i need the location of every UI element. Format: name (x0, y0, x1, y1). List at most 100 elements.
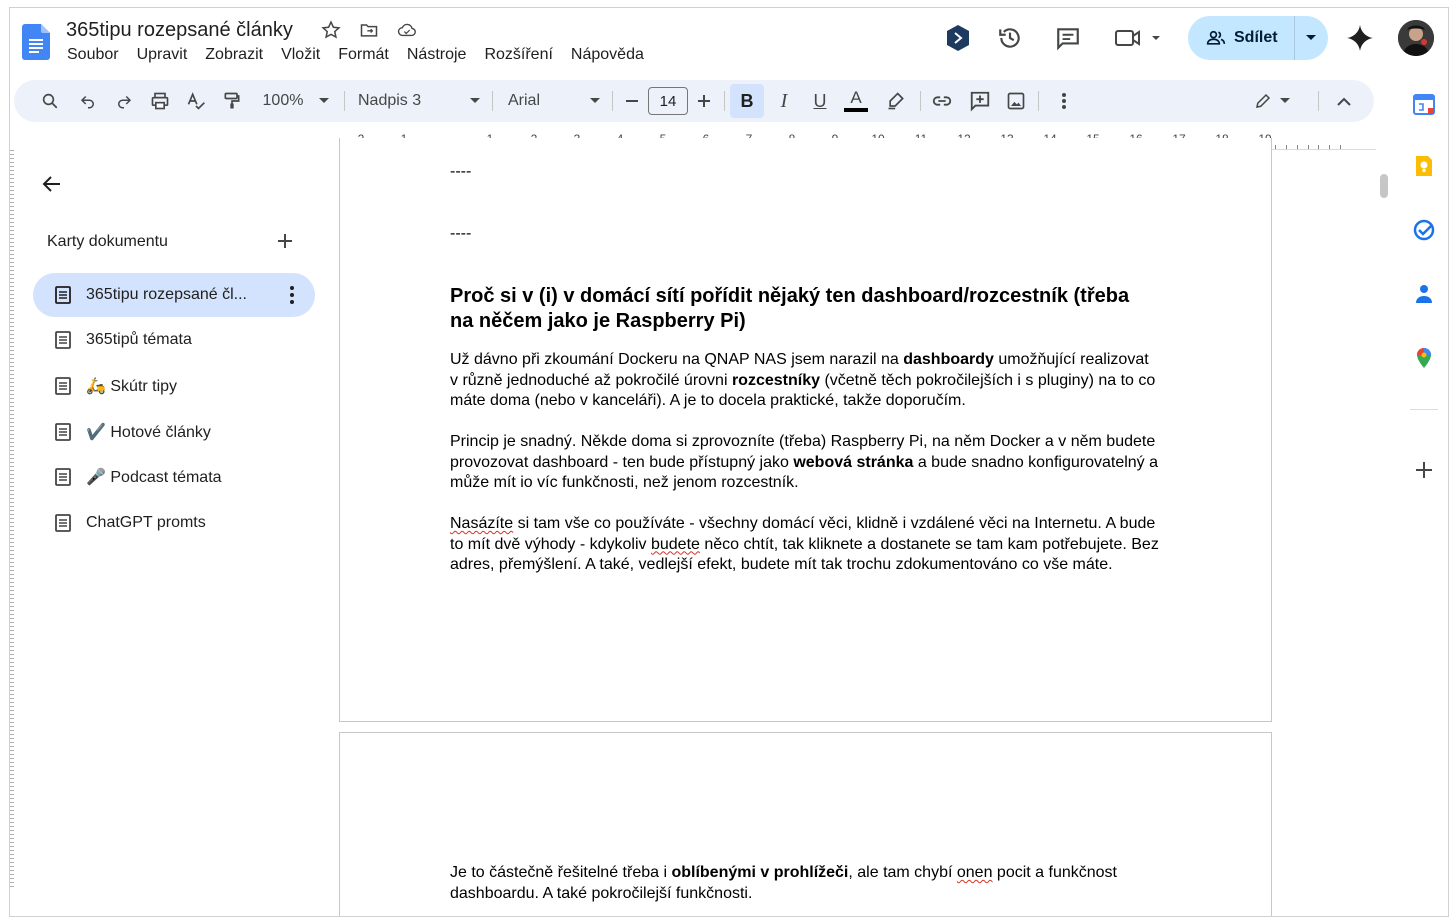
menu-tools[interactable]: Nástroje (407, 46, 467, 64)
menu-format[interactable]: Formát (338, 46, 389, 64)
menu-edit[interactable]: Upravit (137, 46, 188, 64)
spellcheck-icon[interactable] (184, 80, 208, 122)
zoom-select[interactable]: 100% (258, 80, 334, 122)
document-icon (55, 331, 71, 349)
decrease-font-size-icon[interactable] (620, 80, 644, 122)
paragraph: Nasázíte si tam vše co používáte - všech… (450, 514, 1165, 576)
tab-label: 🛵 Skútr tipy (86, 378, 178, 395)
toolbar-divider (612, 91, 613, 111)
more-vert-icon[interactable] (289, 285, 295, 305)
font-size-input[interactable]: 14 (648, 87, 688, 115)
tab-label: 365tipů témata (86, 331, 192, 348)
vertical-ruler (10, 150, 14, 890)
tab-label: ChatGPT promts (86, 514, 206, 531)
paragraph: Princip je snadný. Někde doma si zprovoz… (450, 432, 1160, 494)
side-panel-divider (1410, 409, 1438, 410)
tab-365tipu-temata[interactable]: 365tipů témata (33, 318, 315, 362)
insert-link-icon[interactable] (928, 80, 956, 122)
text-color-button[interactable]: A (842, 80, 870, 122)
document-title[interactable]: 365tipu rozepsané články (66, 19, 293, 42)
menu-insert[interactable]: Vložit (281, 46, 320, 64)
side-panel (1404, 86, 1444, 486)
add-addon-icon[interactable] (1412, 458, 1436, 482)
misspelled-word[interactable]: Nasázíte (450, 515, 513, 532)
extension-addon-icon[interactable] (944, 24, 972, 52)
google-docs-logo-icon[interactable] (22, 24, 50, 60)
toolbar-divider (492, 91, 493, 111)
paint-format-icon[interactable] (220, 80, 244, 122)
ruler-tick (1340, 145, 1341, 149)
zoom-value: 100% (262, 92, 304, 109)
scrollbar-thumb[interactable] (1380, 174, 1388, 198)
text-color-swatch (844, 108, 868, 112)
contacts-icon[interactable] (1412, 282, 1436, 306)
toolbar-divider (724, 91, 725, 111)
increase-font-size-icon[interactable] (692, 80, 716, 122)
highlight-color-icon[interactable] (882, 80, 910, 122)
toolbar-divider (1038, 91, 1039, 111)
add-comment-icon[interactable] (966, 80, 994, 122)
share-label: Sdílet (1234, 29, 1278, 46)
share-main[interactable]: Sdílet (1188, 16, 1294, 60)
meet-video-icon[interactable] (1114, 24, 1164, 52)
hide-menus-chevron-up-icon[interactable] (1332, 80, 1356, 122)
maps-icon[interactable] (1412, 346, 1436, 370)
tab-chatgpt-promts[interactable]: ChatGPT promts (33, 501, 315, 545)
document-page[interactable]: ---- ---- Proč si v (i) v domácí sítí po… (339, 138, 1272, 722)
undo-icon[interactable] (76, 80, 100, 122)
bold-text: webová stránka (793, 453, 914, 471)
version-history-icon[interactable] (996, 24, 1024, 52)
ruler-tick (1297, 145, 1298, 149)
tasks-icon[interactable] (1412, 218, 1436, 242)
redo-icon[interactable] (112, 80, 136, 122)
tab-skutr-tipy[interactable]: 🛵 Skútr tipy (33, 364, 315, 408)
more-options-icon[interactable] (1054, 80, 1074, 122)
bold-text: oblíbenými v prohlížeči (671, 864, 849, 881)
ruler-tick (1308, 145, 1309, 149)
document-icon (55, 514, 71, 532)
account-avatar[interactable] (1398, 20, 1434, 56)
print-icon[interactable] (148, 80, 172, 122)
tab-label: 365tipu rozepsané čl... (86, 286, 247, 303)
move-folder-icon[interactable] (359, 20, 379, 40)
document-page[interactable]: Je to částečně řešitelné třeba i oblíben… (339, 732, 1272, 916)
star-icon[interactable] (321, 20, 341, 40)
tab-365tipu-rozepsane[interactable]: 365tipu rozepsané čl... (33, 273, 315, 317)
document-tabs-title: Karty dokumentu (47, 233, 168, 250)
share-dropdown[interactable] (1294, 16, 1328, 60)
menu-file[interactable]: Soubor (67, 46, 119, 64)
tab-label: ✔️ Hotové články (86, 424, 211, 441)
search-menus-icon[interactable] (38, 80, 62, 122)
menu-help[interactable]: Nápověda (571, 46, 644, 64)
text-run: Je to částečně řešitelné třeba i (450, 864, 672, 881)
calendar-icon[interactable] (1412, 92, 1436, 116)
document-icon (55, 377, 71, 395)
paragraph-style-select[interactable]: Nadpis 3 (358, 80, 480, 122)
gemini-sparkle-icon[interactable] (1346, 24, 1374, 52)
tab-hotove-clanky[interactable]: ✔️ Hotové články (33, 410, 315, 454)
bold-button[interactable]: B (730, 84, 764, 118)
back-arrow-icon[interactable] (40, 172, 64, 196)
menu-extensions[interactable]: Rozšíření (484, 46, 552, 64)
ruler-tick (1329, 145, 1330, 149)
people-icon (1206, 30, 1226, 45)
share-button[interactable]: Sdílet (1188, 16, 1328, 60)
comments-icon[interactable] (1054, 24, 1082, 52)
document-icon (55, 423, 71, 441)
tab-podcast-temata[interactable]: 🎤 Podcast témata (33, 455, 315, 499)
misspelled-word[interactable]: onen (957, 864, 993, 881)
underline-button[interactable]: U (806, 80, 834, 122)
toolbar-divider (344, 91, 345, 111)
editing-mode-select[interactable] (1250, 80, 1294, 122)
chevron-down-icon (470, 98, 480, 103)
cloud-saved-icon[interactable] (397, 20, 417, 40)
misspelled-word[interactable]: budete (651, 536, 700, 553)
keep-icon[interactable] (1412, 154, 1436, 178)
insert-image-icon[interactable] (1002, 80, 1030, 122)
bold-text: rozcestníky (731, 371, 820, 389)
add-tab-icon[interactable] (274, 230, 296, 252)
menu-view[interactable]: Zobrazit (205, 46, 263, 64)
paragraph: Už dávno při zkoumání Dockeru na QNAP NA… (450, 350, 1160, 412)
font-family-select[interactable]: Arial (508, 80, 600, 122)
italic-button[interactable]: I (770, 80, 798, 122)
